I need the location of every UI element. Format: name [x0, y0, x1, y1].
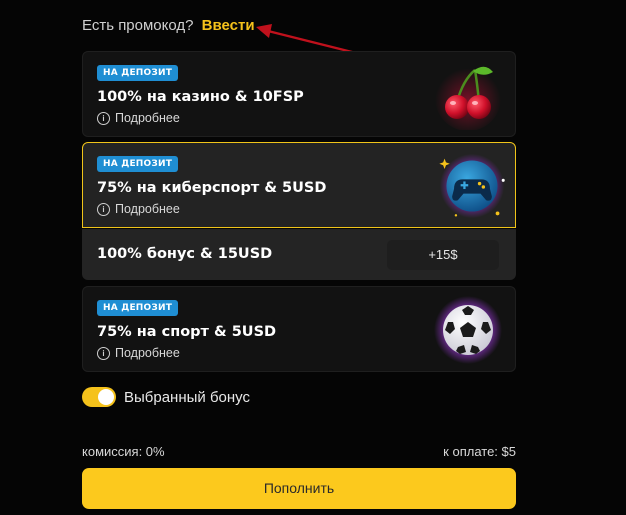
info-icon: i — [97, 346, 110, 360]
info-icon: i — [97, 202, 110, 216]
promo-question: Есть промокод? — [82, 17, 194, 34]
bonus-card-esports[interactable]: НА ДЕПОЗИТ 75% на киберспорт & 5USD i По… — [82, 142, 516, 228]
toggle-label: Выбранный бонус — [124, 388, 251, 406]
deposit-button[interactable]: Пополнить — [82, 468, 516, 509]
toggle-knob — [98, 389, 114, 405]
deposit-badge: НА ДЕПОЗИТ — [97, 156, 179, 172]
bonus-card-sport[interactable]: НА ДЕПОЗИТ 75% на спорт & 5USD i Подробн… — [82, 286, 516, 372]
extra-bonus-row[interactable]: 100% бонус & 15USD +15$ — [82, 229, 516, 280]
details-link[interactable]: i Подробнее — [97, 346, 180, 360]
details-link[interactable]: i Подробнее — [97, 202, 180, 216]
cherry-icon — [435, 65, 501, 130]
gamepad-icon — [439, 153, 505, 219]
details-link[interactable]: i Подробнее — [97, 111, 180, 125]
deposit-badge: НА ДЕПОЗИТ — [97, 300, 179, 316]
deposit-badge: НА ДЕПОЗИТ — [97, 65, 179, 81]
details-label: Подробнее — [115, 111, 180, 125]
extra-bonus-value: +15$ — [387, 240, 499, 270]
enter-promo-link[interactable]: Ввести — [202, 17, 255, 34]
details-label: Подробнее — [115, 346, 180, 360]
commission-text: комиссия: 0% — [82, 444, 165, 459]
selected-bonus-toggle[interactable] — [82, 387, 116, 407]
selected-bonus-toggle-row: Выбранный бонус — [82, 387, 250, 407]
info-icon: i — [97, 111, 110, 125]
details-label: Подробнее — [115, 202, 180, 216]
promo-code-row: Есть промокод? Ввести — [82, 17, 255, 34]
bonus-card-casino[interactable]: НА ДЕПОЗИТ 100% на казино & 10FSP i Подр… — [82, 51, 516, 137]
bonus-title: 100% на казино & 10FSP — [97, 89, 304, 105]
extra-bonus-title: 100% бонус & 15USD — [97, 246, 273, 262]
deposit-bonus-panel: Есть промокод? Ввести НА ДЕПОЗИТ 100% на… — [0, 0, 626, 515]
to-pay-text: к оплате: $5 — [443, 444, 516, 459]
bonus-title: 75% на киберспорт & 5USD — [97, 180, 327, 196]
bonus-title: 75% на спорт & 5USD — [97, 324, 277, 340]
soccer-ball-icon — [434, 296, 502, 364]
